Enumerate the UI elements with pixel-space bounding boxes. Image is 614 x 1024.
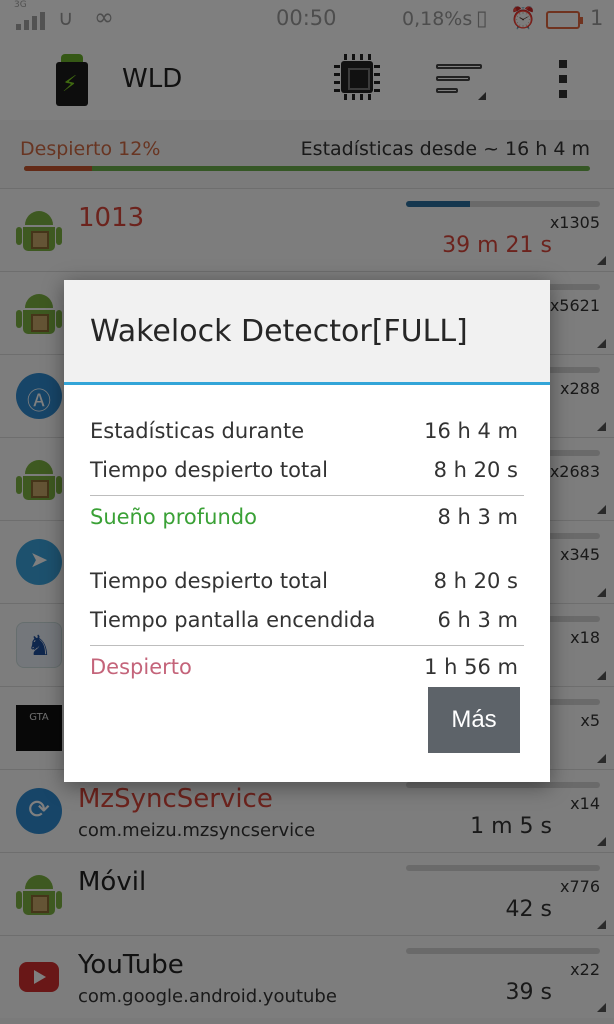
stat-value: 8 h 3 m [437,505,518,529]
stat-value: 8 h 20 s [433,458,518,482]
divider [90,495,524,496]
more-button[interactable]: Más [428,687,520,753]
dialog-body: Estadísticas durante 16 h 4 m Tiempo des… [64,385,550,782]
stat-label: Tiempo pantalla encendida [90,608,376,632]
dialog-title: Wakelock Detector[FULL] [90,314,468,349]
stat-label: Tiempo despierto total [90,569,328,593]
stat-row-deep-sleep: Sueño profundo 8 h 3 m [90,505,524,535]
stat-label: Tiempo despierto total [90,458,328,482]
stat-row-screen-on: Tiempo pantalla encendida 6 h 3 m [90,608,524,638]
stat-row-awake-total-2: Tiempo despierto total 8 h 20 s [90,569,524,599]
stat-value: 6 h 3 m [437,608,518,632]
stat-label: Despierto [90,655,192,679]
stat-value: 8 h 20 s [433,569,518,593]
stat-label: Estadísticas durante [90,419,305,443]
stat-row-awake-total: Tiempo despierto total 8 h 20 s [90,458,524,488]
stat-row-awake: Despierto 1 h 56 m [90,655,524,685]
stat-label: Sueño profundo [90,505,257,529]
stat-row-during: Estadísticas durante 16 h 4 m [90,419,524,449]
stat-value: 16 h 4 m [424,419,518,443]
divider [90,645,524,646]
stat-value: 1 h 56 m [424,655,518,679]
wakelock-dialog: Wakelock Detector[FULL] Estadísticas dur… [64,280,550,782]
